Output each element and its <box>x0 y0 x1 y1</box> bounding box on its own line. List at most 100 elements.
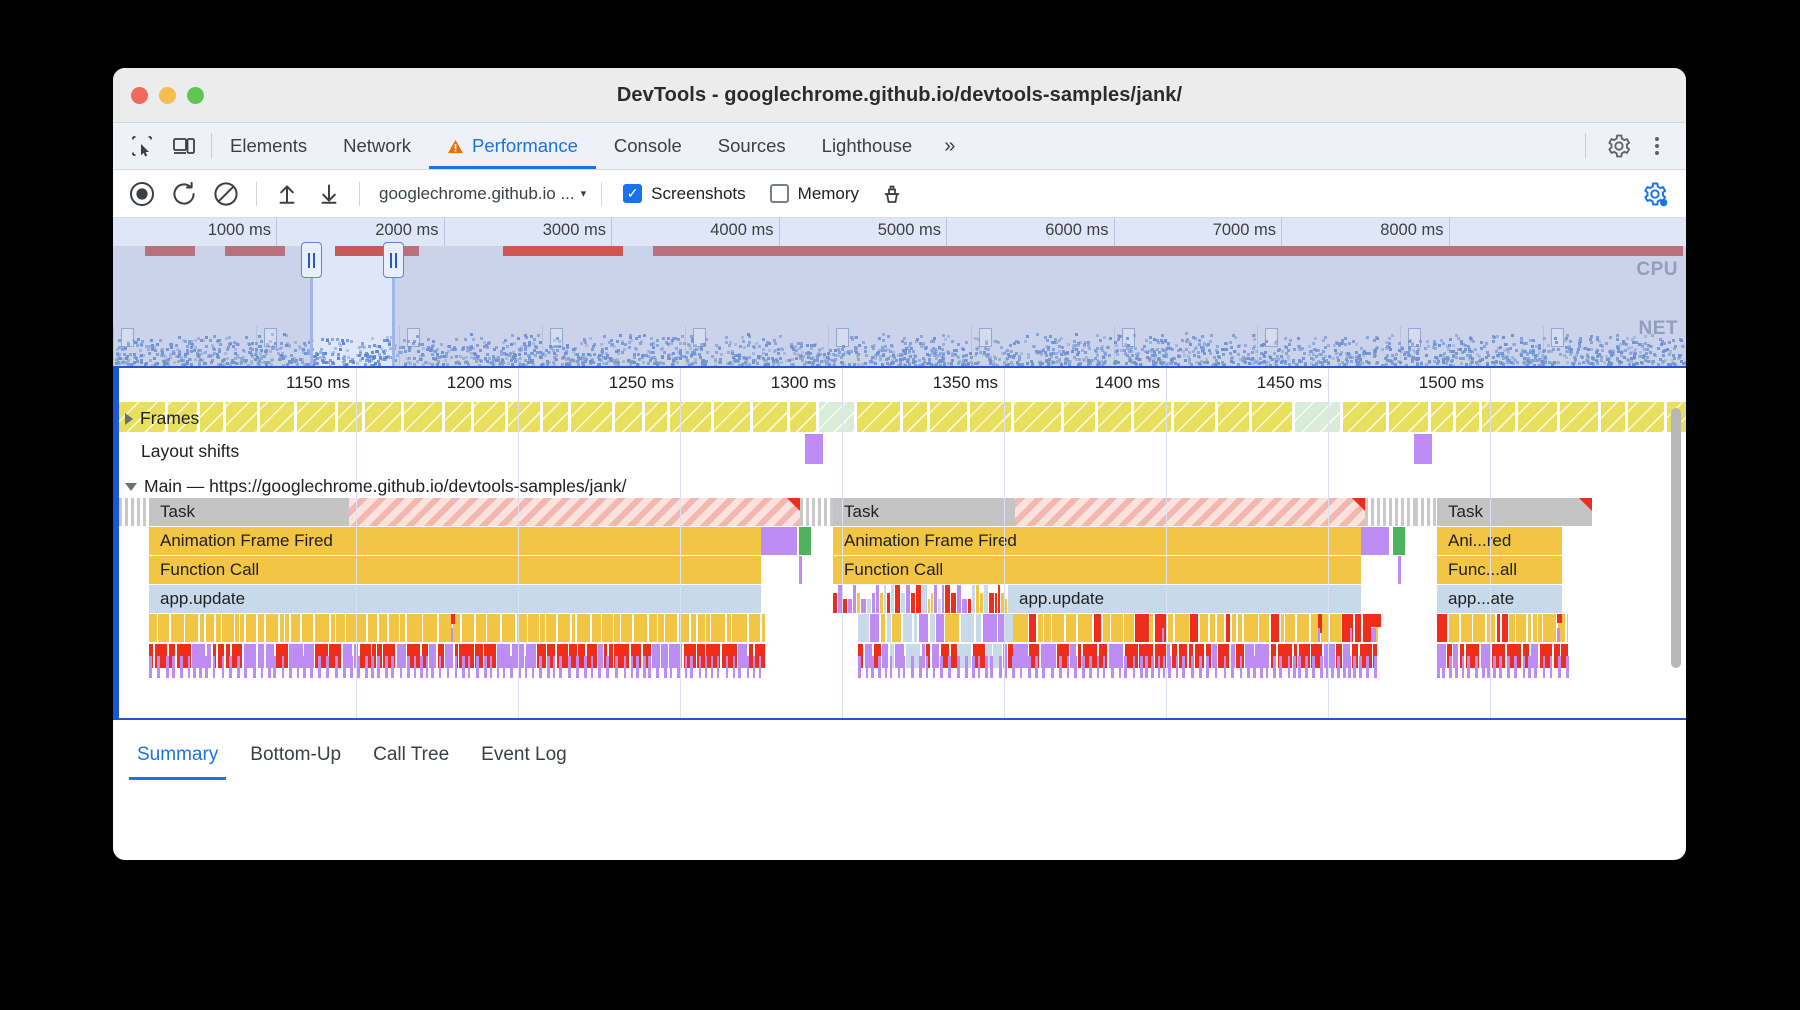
micro-event[interactable] <box>1501 614 1508 642</box>
micro-event[interactable] <box>916 585 921 613</box>
micro-event[interactable] <box>1355 614 1362 642</box>
micro-event[interactable] <box>216 614 221 642</box>
micro-event[interactable] <box>945 585 950 613</box>
micro-event[interactable] <box>975 614 981 642</box>
timeline-overview[interactable]: 1000 ms 2000 ms 3000 ms 4000 ms 5000 ms 6000 … <box>113 218 1686 366</box>
micro-event[interactable] <box>487 614 500 642</box>
frame-block[interactable] <box>296 402 335 432</box>
micro-event[interactable] <box>1125 644 1138 668</box>
micro-event[interactable] <box>980 593 983 613</box>
micro-event[interactable] <box>557 614 571 642</box>
capture-settings-gear-icon[interactable] <box>1634 173 1676 215</box>
micro-event[interactable] <box>875 585 880 613</box>
frames-track[interactable] <box>119 402 1686 432</box>
micro-event[interactable] <box>726 614 731 642</box>
micro-event[interactable] <box>235 614 239 642</box>
more-tabs-icon[interactable]: » <box>930 123 969 169</box>
animation-frame-fired-1[interactable]: Animation Frame Fired <box>149 527 761 555</box>
frame-block[interactable] <box>1014 402 1061 432</box>
micro-event[interactable] <box>937 599 942 613</box>
micro-event[interactable] <box>314 614 330 642</box>
tab-event-log[interactable]: Event Log <box>465 744 583 780</box>
micro-event[interactable] <box>853 585 856 613</box>
layout-shift-marker[interactable] <box>1414 434 1432 464</box>
frame-block[interactable] <box>752 402 787 432</box>
micro-event[interactable] <box>998 614 1004 642</box>
micro-event[interactable] <box>1473 614 1486 642</box>
app-update-3[interactable]: app...ate <box>1437 585 1562 613</box>
micro-event[interactable] <box>711 614 725 642</box>
micro-event[interactable] <box>1496 614 1500 642</box>
micro-event[interactable] <box>245 614 256 642</box>
micro-event[interactable] <box>927 599 930 613</box>
record-icon[interactable] <box>121 173 163 215</box>
micro-event[interactable] <box>1538 614 1542 642</box>
frame-block[interactable] <box>259 402 294 432</box>
micro-event[interactable] <box>842 599 848 613</box>
micro-event[interactable] <box>357 614 367 642</box>
frame-block[interactable] <box>1295 402 1341 432</box>
task-fragments[interactable] <box>1365 498 1415 526</box>
micro-event[interactable] <box>1065 614 1077 642</box>
micro-event[interactable] <box>571 614 575 642</box>
micro-event-warning[interactable] <box>1370 614 1381 627</box>
task-bar-3[interactable]: Task <box>1437 498 1592 526</box>
frames-row-header[interactable]: Frames <box>125 408 199 429</box>
micro-event[interactable] <box>1329 614 1341 642</box>
micro-event[interactable] <box>1210 614 1216 642</box>
micro-event[interactable] <box>983 585 988 613</box>
micro-event[interactable] <box>1190 614 1199 642</box>
micro-event[interactable] <box>697 614 705 642</box>
micro-event[interactable] <box>406 614 422 642</box>
micro-event[interactable] <box>257 614 265 642</box>
frame-block[interactable] <box>337 402 363 432</box>
micro-event[interactable] <box>346 614 356 642</box>
micro-event[interactable] <box>1226 614 1231 642</box>
layout-shift-marker[interactable] <box>805 434 823 464</box>
task-fragments[interactable] <box>1415 498 1437 526</box>
micro-event[interactable] <box>891 585 894 613</box>
close-button[interactable] <box>131 86 148 104</box>
micro-event[interactable] <box>1543 614 1557 642</box>
frame-block[interactable] <box>929 402 968 432</box>
micro-event[interactable] <box>1509 614 1515 642</box>
frame-block[interactable] <box>507 402 541 432</box>
micro-event[interactable] <box>833 593 838 613</box>
micro-event[interactable] <box>856 593 860 613</box>
micro-event[interactable] <box>1566 614 1568 642</box>
frame-block[interactable] <box>1063 402 1095 432</box>
overview-ruler[interactable]: 1000 ms 2000 ms 3000 ms 4000 ms 5000 ms 6000 … <box>113 218 1686 246</box>
expand-frames-triangle[interactable] <box>125 413 133 426</box>
micro-event[interactable] <box>336 614 345 642</box>
micro-event[interactable] <box>149 614 157 642</box>
collapse-main-triangle[interactable] <box>125 483 137 492</box>
tab-bottom-up[interactable]: Bottom-Up <box>234 744 357 780</box>
micro-event-warning[interactable] <box>1557 614 1563 623</box>
micro-event[interactable] <box>921 585 927 613</box>
frame-block[interactable] <box>714 402 750 432</box>
micro-event[interactable] <box>475 614 486 642</box>
micro-event[interactable] <box>1461 614 1472 642</box>
micro-event[interactable] <box>1029 614 1037 642</box>
frame-block[interactable] <box>1174 402 1215 432</box>
micro-event[interactable] <box>546 614 556 642</box>
micro-event[interactable] <box>1285 614 1295 642</box>
micro-event[interactable] <box>1037 614 1043 642</box>
tab-call-tree[interactable]: Call Tree <box>357 744 465 780</box>
flame-chart-pane[interactable]: 1150 ms 1200 ms 1250 ms 1300 ms 1350 ms 1400 … <box>113 366 1686 720</box>
frame-block[interactable] <box>1601 402 1625 432</box>
tab-console[interactable]: Console <box>596 123 700 169</box>
micro-event[interactable] <box>1270 614 1279 642</box>
micro-event[interactable] <box>648 614 657 642</box>
frame-block[interactable] <box>1559 402 1599 432</box>
micro-event[interactable] <box>860 599 866 613</box>
inspect-element-icon[interactable] <box>129 133 155 159</box>
micro-event[interactable] <box>602 614 613 642</box>
micro-event[interactable] <box>1150 614 1154 642</box>
frame-block[interactable] <box>857 402 900 432</box>
frame-block[interactable] <box>902 402 927 432</box>
frame-block[interactable] <box>1343 402 1386 432</box>
micro-event[interactable] <box>240 614 245 642</box>
rendering-sliver[interactable] <box>799 556 802 584</box>
painting-bar[interactable] <box>1393 527 1405 555</box>
